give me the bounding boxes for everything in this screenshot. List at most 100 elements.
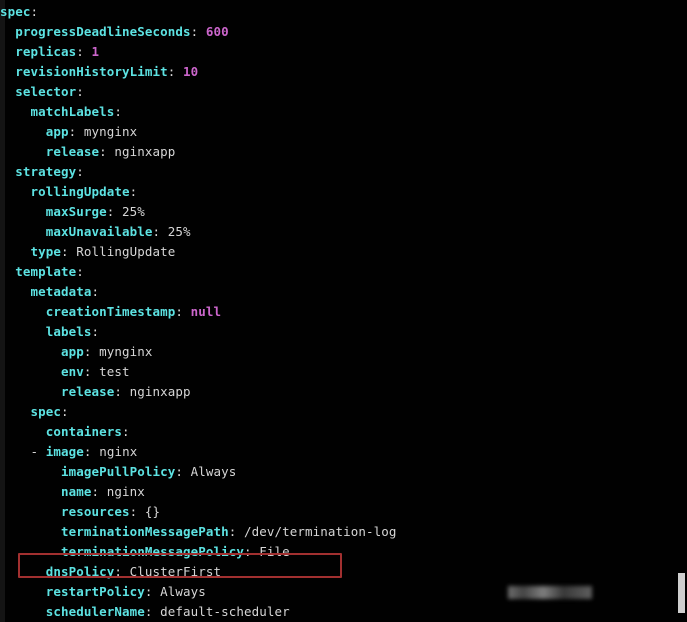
yaml-line: release: nginxapp	[0, 142, 687, 162]
yaml-indent	[0, 524, 61, 539]
yaml-value: nginxapp	[122, 384, 191, 399]
yaml-line: - image: nginx	[0, 442, 687, 462]
yaml-key: spec	[30, 404, 62, 419]
yaml-colon: :	[129, 184, 138, 199]
yaml-value: Always	[183, 464, 237, 479]
yaml-colon: :	[61, 404, 69, 419]
yaml-line: metadata:	[0, 282, 687, 302]
yaml-colon: :	[99, 144, 107, 159]
terminal-screen: spec: progressDeadlineSeconds: 600 repli…	[0, 0, 687, 622]
yaml-line: app: mynginx	[0, 122, 687, 142]
yaml-colon: :	[76, 264, 84, 279]
yaml-indent	[0, 184, 31, 199]
yaml-line: release: nginxapp	[0, 382, 687, 402]
yaml-line: env: test	[0, 362, 687, 382]
yaml-indent	[0, 484, 61, 499]
yaml-line: spec:	[0, 2, 687, 22]
yaml-indent	[0, 384, 61, 399]
yaml-key: env	[61, 364, 84, 379]
yaml-indent	[0, 364, 61, 379]
yaml-line: name: nginx	[0, 482, 687, 502]
yaml-line: selector:	[0, 82, 687, 102]
yaml-key: revisionHistoryLimit	[15, 64, 168, 79]
yaml-value: 25%	[114, 204, 145, 219]
yaml-indent	[0, 424, 46, 439]
yaml-key: type	[30, 244, 62, 259]
yaml-value: null	[183, 304, 222, 319]
yaml-indent	[0, 244, 31, 259]
yaml-indent	[0, 544, 61, 559]
yaml-value: mynginx	[76, 124, 138, 139]
yaml-key: maxSurge	[45, 204, 107, 219]
yaml-key: matchLabels	[30, 104, 115, 119]
yaml-line: replicas: 1	[0, 42, 687, 62]
yaml-value: /dev/termination-log	[236, 524, 397, 539]
yaml-indent	[0, 24, 15, 39]
yaml-key: progressDeadlineSeconds	[15, 24, 191, 39]
yaml-colon: :	[76, 164, 84, 179]
yaml-indent	[0, 144, 46, 159]
yaml-line: revisionHistoryLimit: 10	[0, 62, 687, 82]
yaml-indent	[0, 304, 46, 319]
yaml-key: creationTimestamp	[45, 304, 176, 319]
yaml-line: restartPolicy: Always	[0, 582, 687, 602]
yaml-value: mynginx	[91, 344, 153, 359]
yaml-key: metadata	[30, 284, 92, 299]
yaml-line: maxUnavailable: 25%	[0, 222, 687, 242]
yaml-value: Always	[152, 584, 206, 599]
yaml-value: default-scheduler	[152, 604, 290, 619]
yaml-colon: :	[83, 364, 92, 379]
yaml-colon: :	[175, 304, 184, 319]
yaml-key: dnsPolicy	[45, 564, 115, 579]
yaml-value: nginxapp	[106, 144, 176, 159]
yaml-sequence-dash: -	[30, 444, 46, 459]
yaml-indent	[0, 64, 15, 79]
yaml-key: app	[61, 344, 84, 359]
yaml-indent	[0, 344, 61, 359]
yaml-value: RollingUpdate	[68, 244, 176, 259]
yaml-indent	[0, 164, 15, 179]
yaml-value: 600	[198, 24, 229, 39]
yaml-key: maxUnavailable	[45, 224, 153, 239]
yaml-indent	[0, 224, 46, 239]
yaml-colon: :	[91, 324, 100, 339]
yaml-line: app: mynginx	[0, 342, 687, 362]
yaml-key: rollingUpdate	[30, 184, 130, 199]
yaml-colon: :	[114, 104, 123, 119]
yaml-line: dnsPolicy: ClusterFirst	[0, 562, 687, 582]
yaml-line: matchLabels:	[0, 102, 687, 122]
yaml-indent	[0, 124, 46, 139]
yaml-line: terminationMessagePath: /dev/termination…	[0, 522, 687, 542]
yaml-indent	[0, 264, 15, 279]
yaml-key: app	[45, 124, 69, 139]
yaml-key: release	[61, 384, 115, 399]
yaml-colon: :	[30, 4, 39, 19]
yaml-value: test	[91, 364, 130, 379]
yaml-colon: :	[244, 544, 252, 559]
yaml-code-block[interactable]: spec: progressDeadlineSeconds: 600 repli…	[0, 0, 687, 622]
yaml-colon: :	[144, 584, 153, 599]
yaml-key: name	[61, 484, 92, 499]
yaml-indent	[0, 444, 31, 459]
yaml-key: schedulerName	[45, 604, 145, 619]
yaml-value: File	[251, 544, 290, 559]
scrollbar-thumb[interactable]	[678, 573, 685, 613]
yaml-colon: :	[114, 384, 123, 399]
yaml-line: rollingUpdate:	[0, 182, 687, 202]
yaml-colon: :	[122, 424, 130, 439]
yaml-indent	[0, 284, 31, 299]
yaml-key: terminationMessagePolicy	[61, 544, 245, 559]
yaml-indent	[0, 324, 46, 339]
yaml-key: strategy	[15, 164, 77, 179]
yaml-indent	[0, 104, 31, 119]
yaml-colon: :	[175, 464, 184, 479]
yaml-key: replicas	[15, 44, 77, 59]
yaml-line: maxSurge: 25%	[0, 202, 687, 222]
yaml-value: ClusterFirst	[122, 564, 222, 579]
yaml-key: release	[45, 144, 100, 159]
yaml-indent	[0, 504, 61, 519]
yaml-line: resources: {}	[0, 502, 687, 522]
yaml-key: selector	[15, 84, 77, 99]
yaml-indent	[0, 44, 15, 59]
yaml-colon: :	[76, 84, 84, 99]
